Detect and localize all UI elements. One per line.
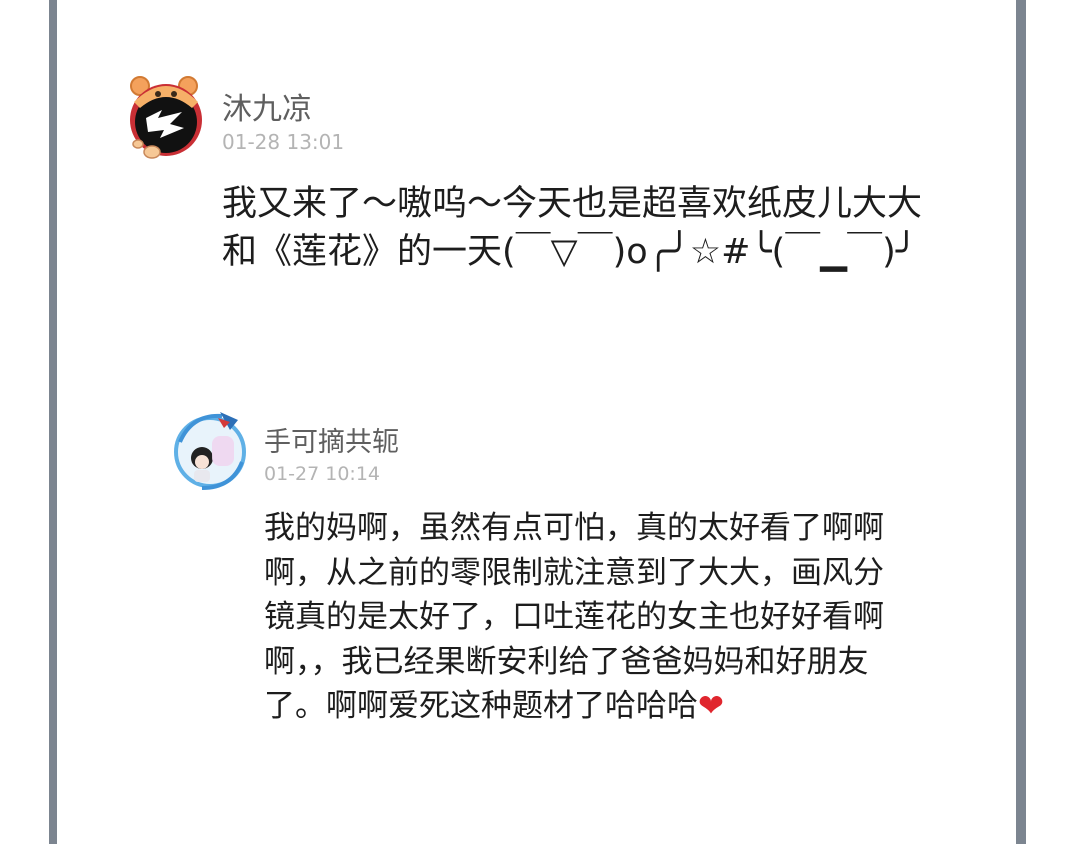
- reply-username[interactable]: 手可摘共轭: [264, 420, 399, 459]
- left-frame-border: [49, 0, 57, 844]
- comment-text: 我又来了～嗷呜～今天也是超喜欢纸皮儿大大和《莲花》的一天(￣▽￣)o╭╯☆#╰(…: [222, 184, 923, 272]
- reply-text-container: 我的妈啊，虽然有点可怕，真的太好看了啊啊啊，从之前的零限制就注意到了大大，画风分…: [264, 506, 914, 729]
- right-frame-border: [1016, 0, 1026, 844]
- comment-screen: 沐九凉 01-28 13:01 我又来了～嗷呜～今天也是超喜欢纸皮儿大大和《莲花…: [0, 0, 1080, 844]
- comment-username[interactable]: 沐九凉: [222, 84, 312, 128]
- reply-user-avatar[interactable]: [172, 408, 250, 494]
- heart-icon: ❤: [698, 688, 724, 724]
- user-avatar[interactable]: [126, 72, 206, 162]
- anime-girl-avatar-icon: [174, 412, 246, 490]
- reply-timestamp: 01-27 10:14: [264, 463, 381, 485]
- comment-timestamp: 01-28 13:01: [222, 130, 345, 154]
- reply-text: 我的妈啊，虽然有点可怕，真的太好看了啊啊啊，从之前的零限制就注意到了大大，画风分…: [264, 510, 884, 724]
- bear-hood-avatar-icon: [130, 76, 202, 159]
